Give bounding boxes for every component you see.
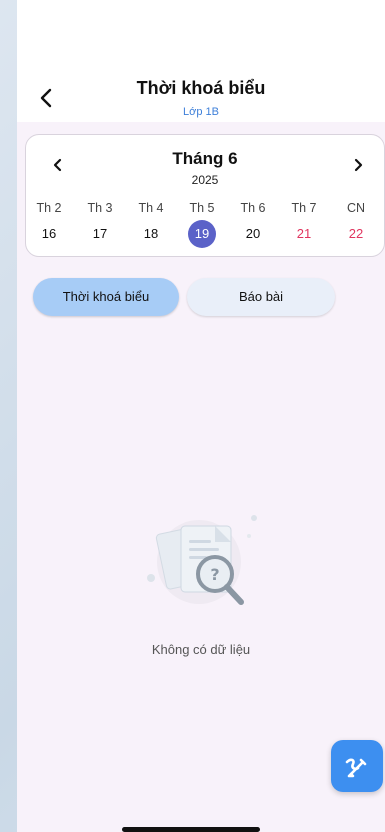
empty-state-text: Không có dữ liệu — [151, 642, 251, 657]
day-name: Th 5 — [189, 201, 215, 215]
day-date: 22 — [348, 226, 364, 241]
edit-fab-button[interactable] — [331, 740, 383, 792]
year-label: 2025 — [191, 173, 219, 187]
day-name: Th 4 — [138, 201, 164, 215]
next-month-button[interactable] — [348, 155, 368, 175]
day-date: 17 — [92, 226, 108, 241]
tab-lesson-report[interactable]: Báo bài — [187, 278, 335, 316]
day-date: 20 — [245, 226, 261, 241]
day-date: 16 — [41, 226, 57, 241]
day-name: CN — [346, 201, 366, 215]
day-cell-th5[interactable]: Th 5 19 — [182, 199, 222, 248]
day-date: 18 — [143, 226, 159, 241]
svg-text:?: ? — [210, 565, 219, 584]
day-name: Th 2 — [36, 201, 62, 215]
day-date: 21 — [296, 226, 312, 241]
document-search-icon: ? — [147, 515, 257, 605]
edit-pencil-icon — [345, 758, 367, 778]
day-cell-cn[interactable]: CN 22 — [336, 199, 376, 248]
class-subtitle: Lớp 1B — [183, 106, 219, 118]
day-cell-th4[interactable]: Th 4 18 — [131, 199, 171, 248]
page-title: Thời khoá biểu — [136, 78, 266, 98]
tab-timetable[interactable]: Thời khoá biểu — [33, 278, 179, 316]
day-name: Th 6 — [240, 201, 266, 215]
day-cell-th2[interactable]: Th 2 16 — [29, 199, 69, 248]
day-name: Th 3 — [87, 201, 113, 215]
day-cell-th3[interactable]: Th 3 17 — [80, 199, 120, 248]
month-label: Tháng 6 — [172, 149, 238, 168]
day-cell-th6[interactable]: Th 6 20 — [233, 199, 273, 248]
day-cell-th7[interactable]: Th 7 21 — [284, 199, 324, 248]
selected-day-date: 19 — [188, 220, 216, 248]
header — [17, 0, 385, 122]
weekday-row: Th 2 16 Th 3 17 Th 4 18 Th 5 19 Th 6 20 … — [26, 199, 384, 249]
day-name: Th 7 — [291, 201, 317, 215]
week-calendar: Tháng 6 2025 Th 2 16 Th 3 17 Th 4 18 Th … — [25, 134, 385, 257]
app-screen: Thời khoá biểu Lớp 1B Tháng 6 2025 Th 2 … — [17, 0, 385, 832]
home-indicator — [122, 827, 260, 832]
